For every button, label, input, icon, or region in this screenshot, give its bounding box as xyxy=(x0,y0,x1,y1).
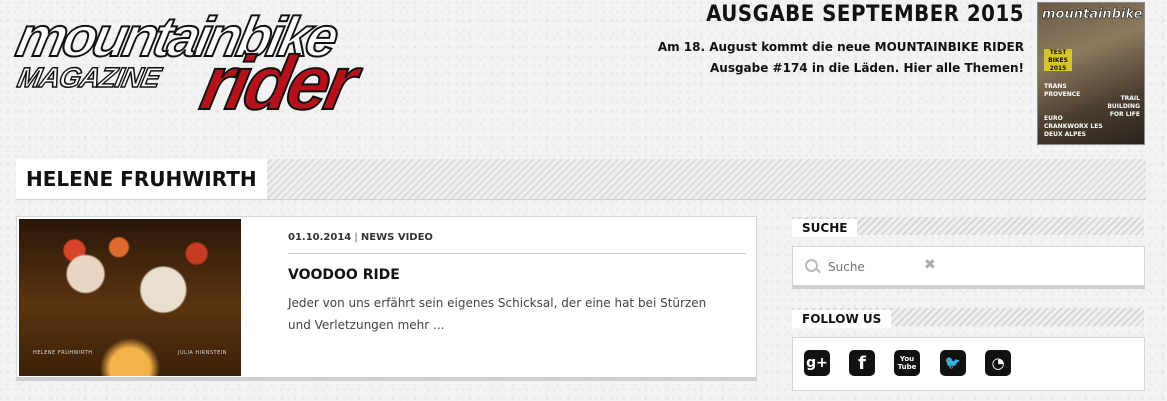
cover-sticker: TEST BIKES 2015 xyxy=(1044,49,1072,72)
social-links: g+ f You Tube 🐦 ◔ xyxy=(792,337,1145,391)
article-date: 01.10.2014 xyxy=(288,232,352,243)
follow-heading: FOLLOW US xyxy=(792,310,892,328)
issue-title[interactable]: AUSGABE SEPTEMBER 2015 xyxy=(658,2,1024,27)
search-icon xyxy=(805,259,818,272)
article-excerpt: Jeder von uns erfährt sein eigenes Schic… xyxy=(288,296,707,332)
search-input[interactable] xyxy=(826,255,920,279)
youtube-icon[interactable]: You Tube xyxy=(894,350,920,376)
google-plus-icon[interactable]: g+ xyxy=(804,350,830,376)
cover-title: mountainbike xyxy=(1042,7,1143,23)
thumb-caption-left: HELENE FRUHWIRTH xyxy=(33,350,93,356)
search-heading: SUCHE xyxy=(792,219,858,237)
issue-text-line1: Am 18. August kommt die neue MOUNTAINBIK… xyxy=(657,40,1024,54)
issue-text-line2: Ausgabe #174 in die Läden. Hier alle The… xyxy=(709,61,1024,75)
clear-search-icon[interactable]: ✖ xyxy=(924,257,936,273)
search-widget: ✖ xyxy=(792,246,1145,289)
issue-promo[interactable]: AUSGABE SEPTEMBER 2015 Am 18. August kom… xyxy=(658,2,1024,79)
cover-headline-bottom: EURO CRANKWORX LES DEUX ALPES xyxy=(1044,115,1103,138)
page-title: HELENE FRUHWIRTH xyxy=(26,167,257,191)
logo-word-magazine: MAGAZINE xyxy=(14,61,163,94)
magazine-cover-image[interactable]: mountainbike TEST BIKES 2015 TRANS PROVE… xyxy=(1037,2,1145,145)
page-title-box: HELENE FRUHWIRTH xyxy=(16,159,267,199)
search-heading-bar: SUCHE xyxy=(792,217,1144,237)
article-title-link[interactable]: VOODOO RIDE xyxy=(288,267,400,283)
logo-word-rider: rider xyxy=(193,40,362,127)
article-meta: 01.10.2014 | NEWS VIDEO xyxy=(288,232,433,243)
article-category-link[interactable]: NEWS VIDEO xyxy=(361,232,433,243)
cover-headline-left: TRANS PROVENCE xyxy=(1044,83,1081,98)
article-divider xyxy=(288,253,746,254)
follow-heading-bar: FOLLOW US xyxy=(792,308,1144,328)
page-title-banner: HELENE FRUHWIRTH xyxy=(16,159,1146,200)
site-logo[interactable]: mountainbike MAGAZINE rider xyxy=(10,4,368,127)
twitter-icon[interactable]: 🐦 xyxy=(940,350,966,376)
rss-icon[interactable]: ◔ xyxy=(985,350,1011,376)
article-card: HELENE FRUHWIRTH JULIA HIRNSTEIN 01.10.2… xyxy=(16,216,757,381)
facebook-icon[interactable]: f xyxy=(849,350,875,376)
article-thumbnail[interactable]: HELENE FRUHWIRTH JULIA HIRNSTEIN xyxy=(19,219,241,376)
meta-separator: | xyxy=(354,232,358,243)
thumb-caption-right: JULIA HIRNSTEIN xyxy=(178,350,227,356)
issue-description: Am 18. August kommt die neue MOUNTAINBIK… xyxy=(658,37,1024,79)
